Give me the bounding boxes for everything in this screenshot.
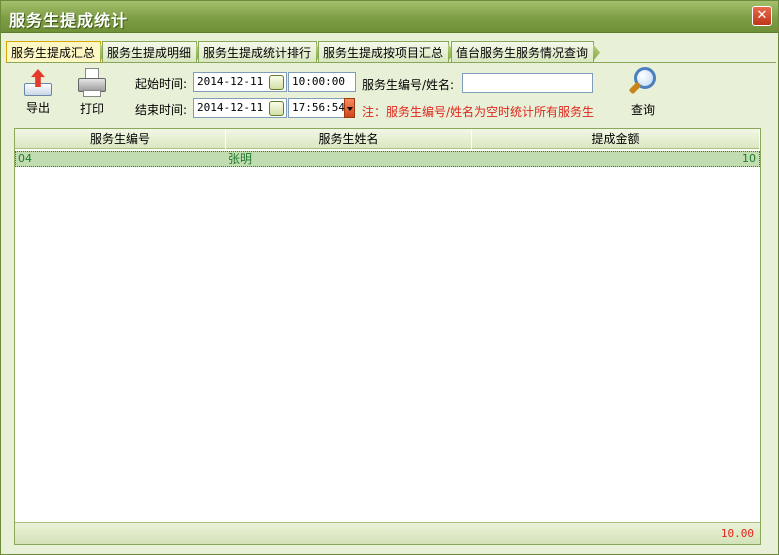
cell-name: 张明 xyxy=(228,152,253,166)
end-time-label: 结束时间: xyxy=(135,103,188,117)
table-row[interactable]: 04 张明 10 xyxy=(15,151,760,167)
column-header-amount[interactable]: 提成金额 xyxy=(472,129,760,149)
start-date-calendar-icon[interactable] xyxy=(269,75,284,90)
close-icon: ✕ xyxy=(756,8,768,23)
title-bar[interactable]: 服务生提成统计 ✕ xyxy=(1,1,778,33)
window-title: 服务生提成统计 xyxy=(9,11,129,30)
export-label: 导出 xyxy=(25,101,50,115)
print-label: 打印 xyxy=(79,102,104,116)
waiter-label: 服务生编号/姓名: xyxy=(362,78,455,92)
start-time-label: 起始时间: xyxy=(135,77,188,91)
column-header-name[interactable]: 服务生姓名 xyxy=(226,129,472,149)
tab-table-waiter-service-query[interactable]: 值台服务生服务情况查询 xyxy=(451,41,601,62)
query-button[interactable]: 查询 xyxy=(621,67,665,118)
export-button[interactable]: 导出 xyxy=(19,69,57,116)
tab-waiter-commission-ranking[interactable]: 服务生提成统计排行 xyxy=(198,41,324,62)
query-label: 查询 xyxy=(630,103,655,117)
toolbar: 导出 打印 起始时间: 2014-12-11 10:00:00 结束时间: 20… xyxy=(7,63,775,123)
export-icon xyxy=(23,69,53,97)
waiter-input[interactable] xyxy=(462,73,593,93)
table-header: 服务生编号 服务生姓名 提成金额 xyxy=(15,129,760,149)
end-time-spin-button[interactable] xyxy=(344,98,355,118)
cell-id: 04 xyxy=(18,152,32,165)
tab-waiter-commission-summary[interactable]: 服务生提成汇总 xyxy=(6,41,108,63)
column-header-id[interactable]: 服务生编号 xyxy=(15,129,226,149)
main-window: 服务生提成统计 ✕ 服务生提成汇总 服务生提成明细 服务生提成统计排行 服务生提… xyxy=(0,0,779,555)
tab-waiter-commission-detail[interactable]: 服务生提成明细 xyxy=(102,41,204,62)
end-date-calendar-icon[interactable] xyxy=(269,101,284,116)
hint-note: 注：服务生编号/姓名为空时统计所有服务生 xyxy=(362,105,595,119)
tab-bar: 服务生提成汇总 服务生提成明细 服务生提成统计排行 服务生提成按项目汇总 值台服… xyxy=(6,41,776,63)
search-icon xyxy=(627,67,659,99)
print-button[interactable]: 打印 xyxy=(73,68,111,117)
tab-waiter-commission-by-item[interactable]: 服务生提成按项目汇总 xyxy=(318,41,456,62)
start-time-input[interactable]: 10:00:00 xyxy=(288,72,356,92)
table-footer: 10.00 xyxy=(15,522,760,544)
end-time-input[interactable]: 17:56:54 xyxy=(288,98,345,118)
commission-table: 服务生编号 服务生姓名 提成金额 04 张明 10 10.00 xyxy=(14,128,761,545)
close-button[interactable]: ✕ xyxy=(752,6,772,26)
total-amount: 10.00 xyxy=(720,527,754,540)
cell-amount: 10 xyxy=(742,152,756,165)
printer-icon xyxy=(77,68,107,98)
